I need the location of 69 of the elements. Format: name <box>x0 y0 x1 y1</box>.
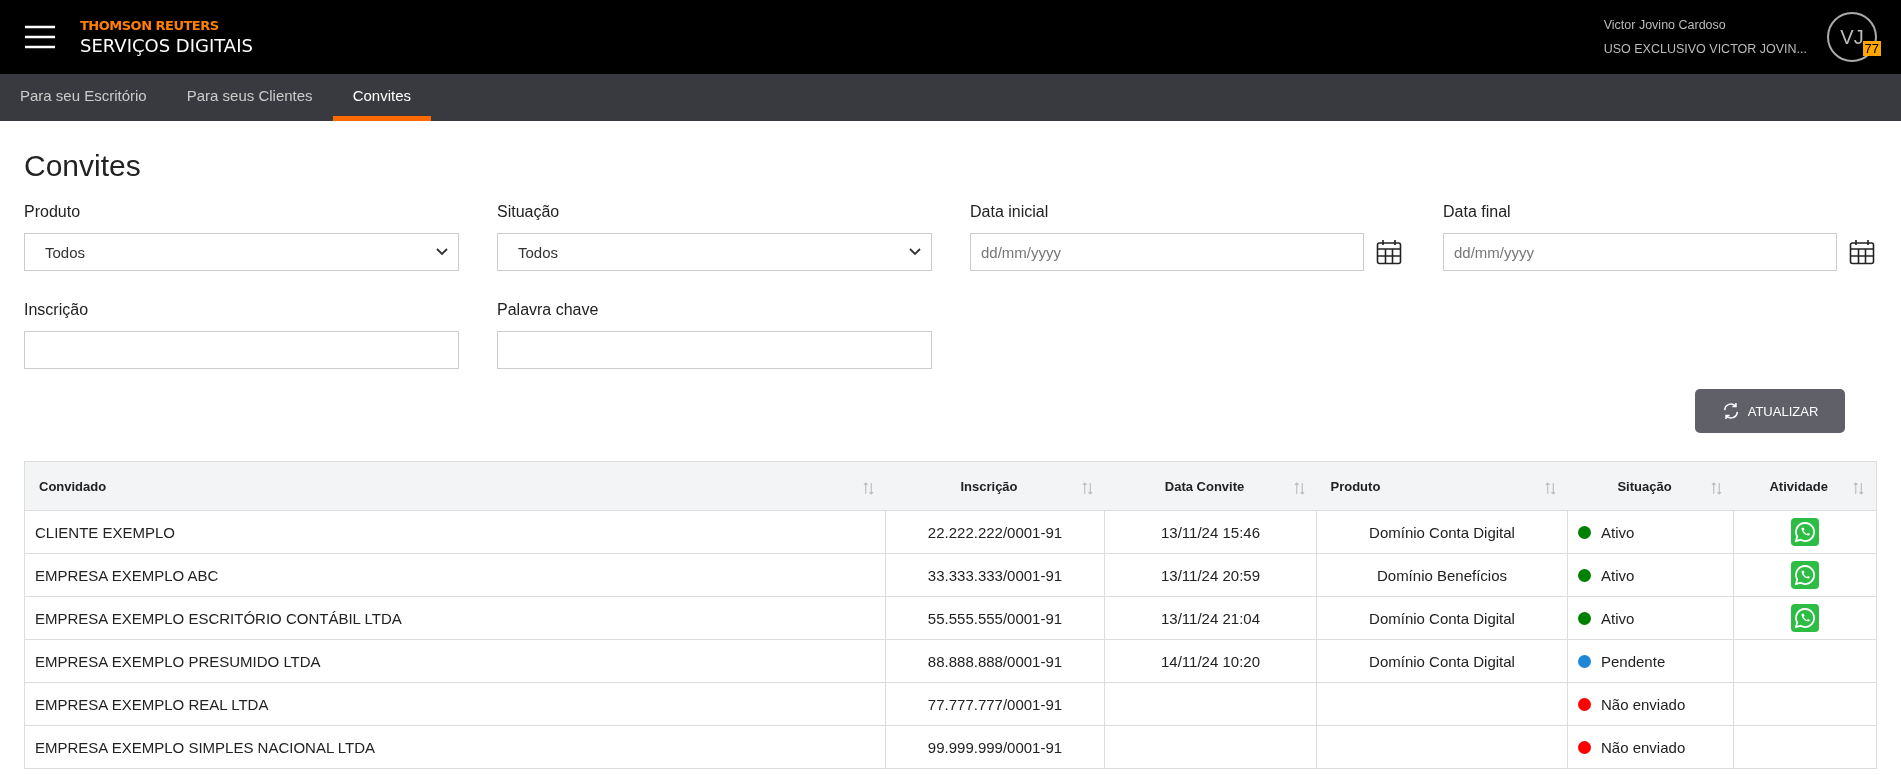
product-name: SERVIÇOS DIGITAIS <box>80 35 253 56</box>
table-cell: 22.222.222/0001-91 <box>885 510 1105 554</box>
chevron-down-icon <box>909 248 921 256</box>
chevron-down-icon <box>436 248 448 256</box>
chat-bubble-icon[interactable] <box>1791 604 1819 632</box>
field-label: Situação <box>497 203 561 221</box>
nav-tab[interactable]: Para seu Escritório <box>0 74 167 121</box>
table-cell: 99.999.999/0001-91 <box>885 725 1105 769</box>
table-cell: Domínio Conta Digital <box>1369 609 1515 627</box>
status-text: Pendente <box>1601 652 1666 670</box>
table-cell: 33.333.333/0001-91 <box>885 553 1105 597</box>
nav-tab[interactable]: Convites <box>332 74 431 121</box>
table-cell: 77.777.777/0001-91 <box>885 682 1105 726</box>
table-cell: Domínio Conta Digital <box>1369 652 1515 670</box>
date-field[interactable]: dd/mm/yyyy <box>970 233 1364 271</box>
sort-icon[interactable] <box>862 482 874 495</box>
user-name: Victor Jovino Cardoso <box>1603 18 1727 32</box>
table-cell: 88.888.888/0001-91 <box>885 639 1105 683</box>
sort-icon[interactable] <box>1853 482 1864 495</box>
table-cell: EMPRESA EXEMPLO REAL LTDA <box>24 682 886 726</box>
sort-icon[interactable] <box>1293 482 1305 495</box>
sort-icon[interactable] <box>1544 482 1556 495</box>
table-cell: 13/11/24 15:46 <box>1161 523 1260 541</box>
status-text: Não enviado <box>1601 738 1686 756</box>
field-label: Inscrição <box>24 301 90 319</box>
column-header[interactable]: Inscrição <box>885 461 1105 511</box>
table-cell: 14/11/24 10:20 <box>1161 652 1260 670</box>
refresh-button[interactable]: ATUALIZAR <box>1695 389 1845 433</box>
field-label: Data final <box>1443 203 1512 221</box>
chat-bubble-icon[interactable] <box>1791 518 1819 546</box>
brand-name: THOMSON REUTERS <box>80 18 220 33</box>
page-title: Convites <box>24 149 142 183</box>
select-field[interactable]: Todos <box>24 233 459 271</box>
date-field[interactable]: dd/mm/yyyy <box>1443 233 1837 271</box>
table-cell: 13/11/24 20:59 <box>1161 566 1260 584</box>
column-header[interactable]: Produto <box>1316 461 1568 511</box>
table-cell: EMPRESA EXEMPLO PRESUMIDO LTDA <box>24 639 886 683</box>
column-header[interactable]: Atividade <box>1733 461 1877 511</box>
sort-icon[interactable] <box>1081 482 1093 495</box>
calendar-icon[interactable] <box>1849 239 1875 265</box>
select-field[interactable]: Todos <box>497 233 932 271</box>
chat-bubble-icon[interactable] <box>1791 561 1819 589</box>
field-label: Data inicial <box>970 203 1050 221</box>
table-cell: EMPRESA EXEMPLO ABC <box>24 553 886 597</box>
input-field[interactable] <box>497 331 932 369</box>
table-cell: 13/11/24 21:04 <box>1161 609 1260 627</box>
sort-icon[interactable] <box>1710 482 1722 495</box>
field-label: Palavra chave <box>497 301 600 319</box>
refresh-icon <box>1721 402 1740 420</box>
calendar-icon[interactable] <box>1376 239 1402 265</box>
status-text: Não enviado <box>1601 695 1686 713</box>
table-cell: CLIENTE EXEMPLO <box>24 510 886 554</box>
column-header[interactable]: Data Convite <box>1104 461 1317 511</box>
menu-icon[interactable] <box>24 25 56 49</box>
table-cell: Domínio Conta Digital <box>1369 523 1515 541</box>
column-header[interactable]: Situação <box>1567 461 1734 511</box>
column-header[interactable]: Convidado <box>24 461 886 511</box>
field-label: Produto <box>24 203 82 221</box>
table-cell: EMPRESA EXEMPLO SIMPLES NACIONAL LTDA <box>24 725 886 769</box>
table-cell: EMPRESA EXEMPLO ESCRITÓRIO CONTÁBIL LTDA <box>24 596 886 640</box>
input-field[interactable] <box>24 331 459 369</box>
table-cell: 55.555.555/0001-91 <box>885 596 1105 640</box>
user-account: USO EXCLUSIVO VICTOR JOVIN... <box>1603 42 1807 56</box>
notification-badge: 77 <box>1862 41 1881 56</box>
status-text: Ativo <box>1601 523 1635 541</box>
status-text: Ativo <box>1601 609 1635 627</box>
status-text: Ativo <box>1601 566 1635 584</box>
table-cell: Domínio Benefícios <box>1376 566 1508 584</box>
nav-tab[interactable]: Para seus Clientes <box>166 74 333 121</box>
